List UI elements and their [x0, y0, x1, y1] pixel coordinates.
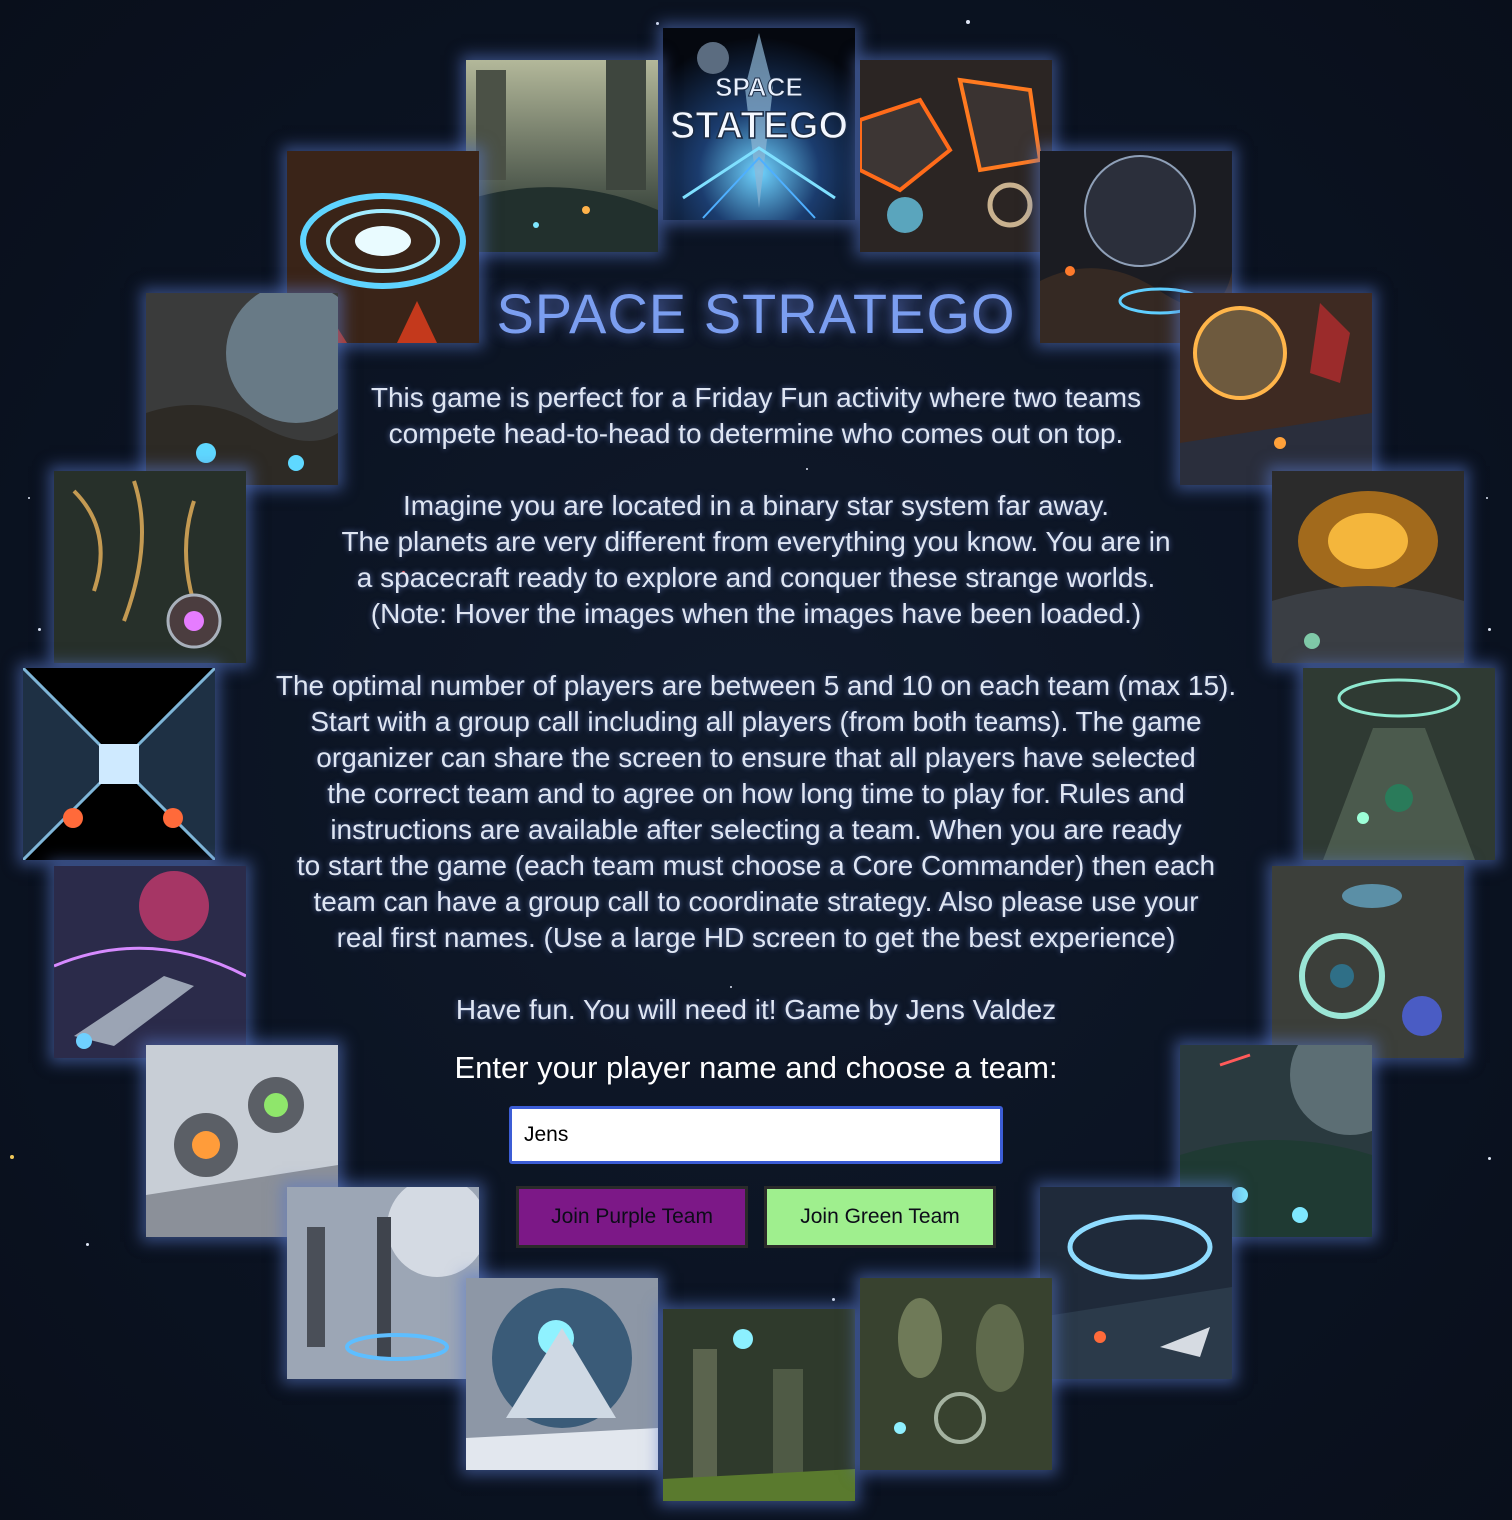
intro-line: This game is perfect for a Friday Fun ac…: [370, 382, 1142, 413]
scene-image-lava-planet[interactable]: [860, 60, 1052, 252]
page-title: SPACE STRATEGO: [496, 282, 1016, 345]
rules-line: organizer can share the screen to ensure…: [316, 742, 1196, 773]
star: [832, 1298, 835, 1301]
scene-image-green-base[interactable]: [1303, 668, 1495, 860]
star: [10, 1155, 14, 1159]
scene-image-moss-statues[interactable]: [860, 1278, 1052, 1470]
scene-image-fiery-crater[interactable]: [1272, 471, 1464, 663]
player-name-prompt: Enter your player name and choose a team…: [454, 1050, 1058, 1085]
star: [966, 20, 970, 24]
star: [1488, 628, 1491, 631]
scene-image-nebula-ship[interactable]: [54, 866, 246, 1058]
star: [38, 628, 41, 631]
scene-image-logo[interactable]: SPACE STATEGO: [663, 28, 855, 220]
rules-line: team can have a group call to coordinate…: [313, 886, 1199, 917]
logo-line2: STATEGO: [670, 105, 848, 147]
scene-image-root-portal[interactable]: [54, 471, 246, 663]
rules-line: to start the game (each team must choose…: [296, 850, 1216, 881]
rules-line: Start with a group call including all pl…: [310, 706, 1202, 737]
scene-image-tunnel[interactable]: [23, 668, 215, 860]
star: [28, 497, 30, 499]
star: [86, 1243, 89, 1246]
player-name-input[interactable]: [509, 1106, 1003, 1164]
star: [656, 22, 659, 25]
join-purple-team-button[interactable]: Join Purple Team: [516, 1186, 748, 1248]
setting-line: (Note: Hover the images when the images …: [370, 598, 1142, 629]
logo-line1: SPACE: [715, 72, 803, 102]
setting-line: The planets are very different from ever…: [341, 526, 1171, 557]
page: SPACE STATEGO SPACE STRATEGO This game i…: [0, 0, 1512, 1520]
intro-panel: SPACE STRATEGO This game is perfect for …: [240, 270, 1272, 1248]
rules-line: real first names. (Use a large HD screen…: [336, 922, 1176, 953]
closing-line: Have fun. You will need it! Game by Jens…: [455, 994, 1057, 1025]
star: [1488, 1157, 1491, 1160]
star: [1486, 497, 1488, 499]
setting-paragraph: Imagine you are located in a binary star…: [240, 488, 1272, 632]
intro-line: compete head-to-head to determine who co…: [388, 418, 1124, 449]
setting-line: a spacecraft ready to explore and conque…: [356, 562, 1156, 593]
setting-line: Imagine you are located in a binary star…: [402, 490, 1110, 521]
intro-paragraph: This game is perfect for a Friday Fun ac…: [240, 380, 1272, 452]
scene-image-coral-world[interactable]: [1272, 866, 1464, 1058]
scene-image-ice-globe[interactable]: [466, 1278, 658, 1470]
rules-paragraph: The optimal number of players are betwee…: [240, 668, 1272, 956]
scene-image-ruins-city[interactable]: [466, 60, 658, 252]
rules-line: The optimal number of players are betwee…: [275, 670, 1237, 701]
rules-line: the correct team and to agree on how lon…: [327, 778, 1185, 809]
team-buttons: Join Purple Team Join Green Team: [240, 1186, 1272, 1248]
scene-image-stone-forest[interactable]: [663, 1309, 855, 1501]
join-green-team-button[interactable]: Join Green Team: [764, 1186, 996, 1248]
rules-line: instructions are available after selecti…: [330, 814, 1182, 845]
